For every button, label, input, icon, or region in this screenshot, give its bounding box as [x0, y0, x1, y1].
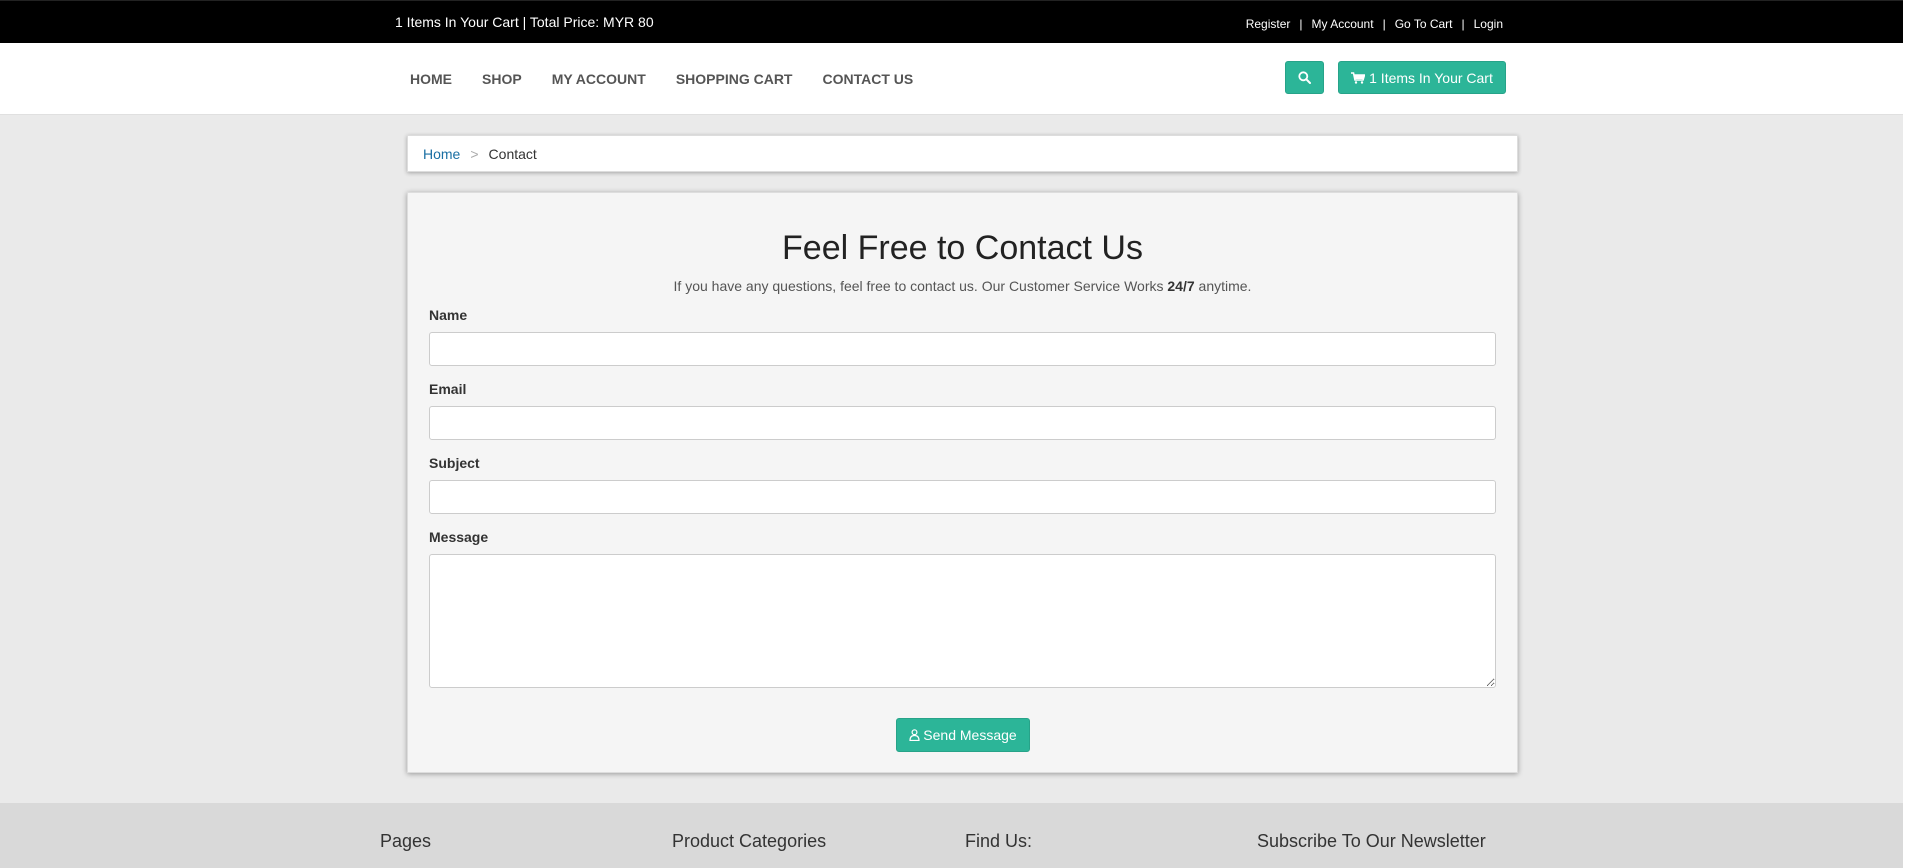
top-bar: 1 Items In Your Cart | Total Price: MYR …: [0, 0, 1903, 43]
subject-label: Subject: [429, 455, 480, 471]
footer-find-us-heading: Find Us:: [965, 831, 1033, 851]
cart-button-label: 1 Items In Your Cart: [1369, 69, 1493, 86]
message-textarea[interactable]: [429, 554, 1496, 688]
contact-form-card: Feel Free to Contact Us If you have any …: [407, 192, 1518, 773]
send-message-button[interactable]: Send Message: [896, 718, 1030, 752]
my-account-link[interactable]: My Account: [1312, 17, 1374, 31]
name-label: Name: [429, 307, 468, 323]
subtitle-text: If you have any questions, feel free to …: [673, 278, 1168, 294]
breadcrumb-current: Contact: [488, 145, 537, 162]
cart-button[interactable]: 1 Items In Your Cart: [1338, 61, 1506, 94]
breadcrumb: Home > Contact: [407, 135, 1518, 172]
nav-my-account[interactable]: MY ACCOUNT: [537, 71, 661, 87]
shopping-cart-icon: [1351, 71, 1366, 84]
nav-contact-us[interactable]: CONTACT US: [808, 71, 929, 87]
link-separator: |: [1461, 17, 1465, 31]
cart-summary: 1 Items In Your Cart | Total Price: MYR …: [395, 14, 654, 30]
register-link[interactable]: Register: [1246, 17, 1291, 31]
search-button[interactable]: [1285, 61, 1324, 94]
send-message-label: Send Message: [923, 727, 1017, 743]
page-subtitle: If you have any questions, feel free to …: [408, 278, 1517, 294]
nav-home[interactable]: HOME: [395, 71, 467, 87]
link-separator: |: [1382, 17, 1386, 31]
name-input[interactable]: [429, 332, 1496, 366]
footer-categories-heading: Product Categories: [672, 831, 827, 851]
subject-input[interactable]: [429, 480, 1496, 514]
subtitle-hours: 24/7: [1167, 278, 1195, 294]
go-to-cart-link[interactable]: Go To Cart: [1395, 17, 1453, 31]
subtitle-end: anytime.: [1194, 278, 1252, 294]
breadcrumb-divider: >: [470, 145, 479, 162]
main-menu: HOME SHOP MY ACCOUNT SHOPPING CART CONTA…: [395, 43, 928, 115]
email-input[interactable]: [429, 406, 1496, 440]
user-icon: [909, 729, 920, 741]
footer-pages-heading: Pages: [380, 831, 432, 851]
main-navbar: HOME SHOP MY ACCOUNT SHOPPING CART CONTA…: [0, 43, 1903, 115]
footer: Pages Product Categories Find Us: Subscr…: [0, 803, 1903, 868]
search-icon: [1298, 71, 1311, 84]
message-label: Message: [429, 529, 489, 545]
nav-shopping-cart[interactable]: SHOPPING CART: [661, 71, 808, 87]
email-label: Email: [429, 381, 467, 397]
login-link[interactable]: Login: [1474, 17, 1503, 31]
breadcrumb-home[interactable]: Home: [423, 146, 460, 162]
nav-shop[interactable]: SHOP: [467, 71, 537, 87]
page-title: Feel Free to Contact Us: [782, 229, 1143, 267]
account-links: Register | My Account | Go To Cart | Log…: [1246, 17, 1503, 31]
link-separator: |: [1299, 17, 1303, 31]
footer-newsletter-heading: Subscribe To Our Newsletter: [1257, 831, 1486, 851]
